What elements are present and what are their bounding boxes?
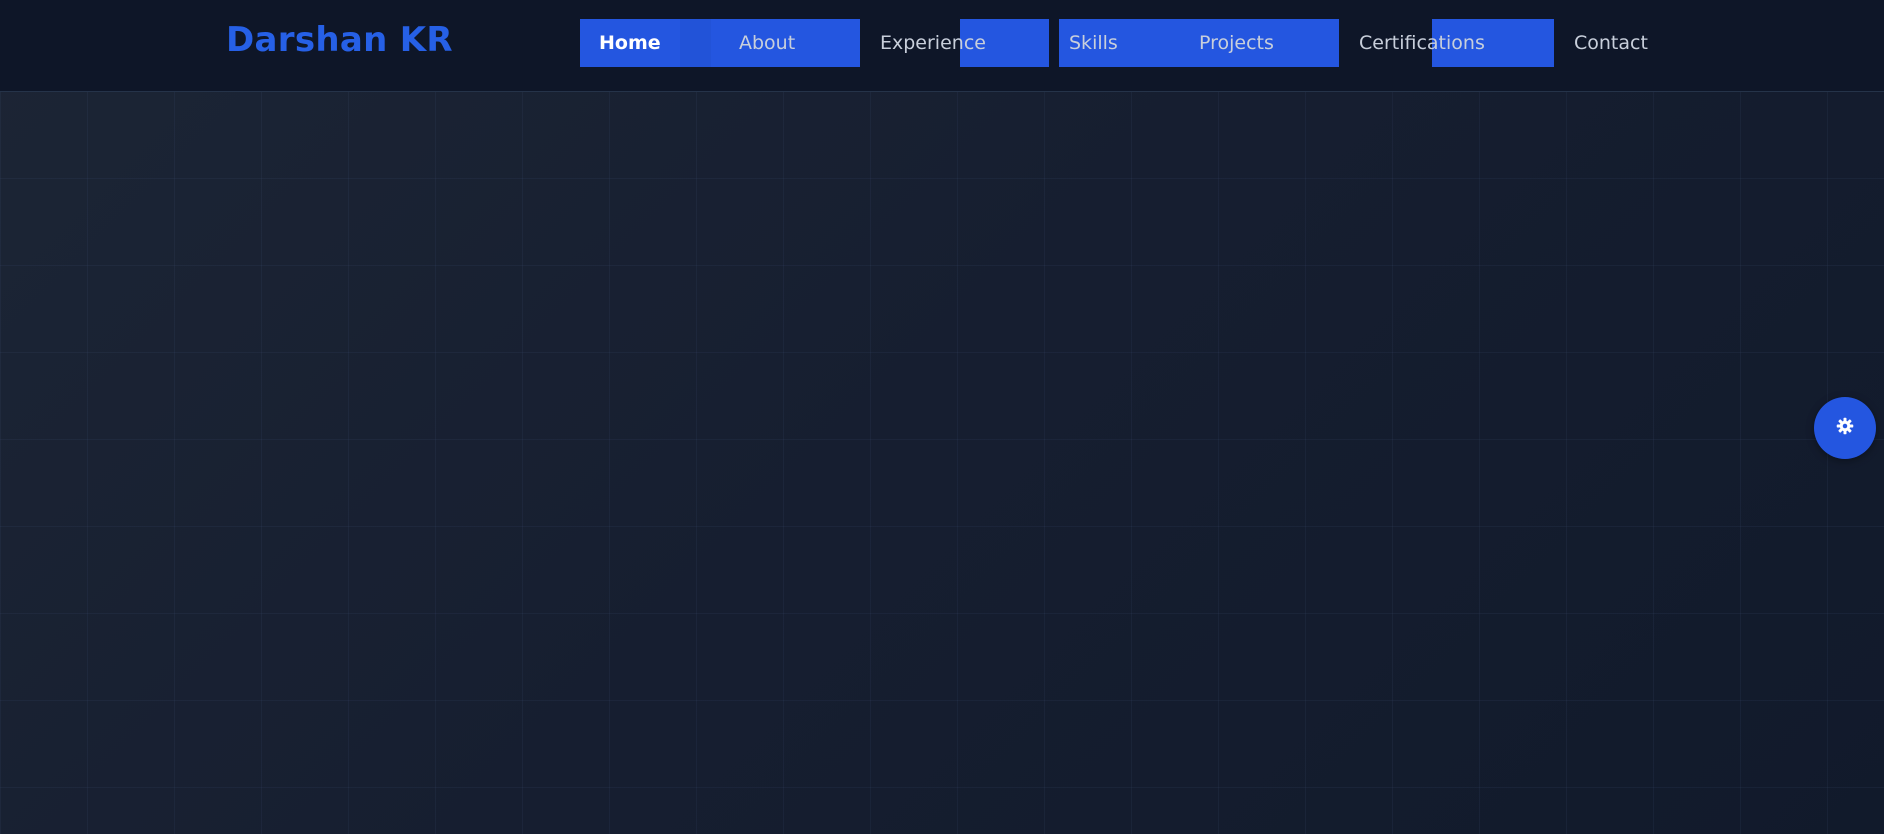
settings-button[interactable] <box>1814 397 1876 459</box>
nav-highlight-block <box>680 19 711 67</box>
nav-skills[interactable]: Skills <box>1069 30 1118 56</box>
nav-projects[interactable]: Projects <box>1199 30 1274 56</box>
brand-logo[interactable]: Darshan KR <box>226 20 453 60</box>
nav-home[interactable]: Home <box>599 30 661 56</box>
nav-experience[interactable]: Experience <box>880 30 986 56</box>
grid-background <box>0 92 1884 834</box>
nav-contact[interactable]: Contact <box>1574 30 1648 56</box>
navbar: Darshan KR Home About Experience Skills … <box>0 0 1884 92</box>
nav-about[interactable]: About <box>739 30 795 56</box>
gear-icon <box>1836 417 1854 439</box>
nav-certifications[interactable]: Certifications <box>1359 30 1485 56</box>
